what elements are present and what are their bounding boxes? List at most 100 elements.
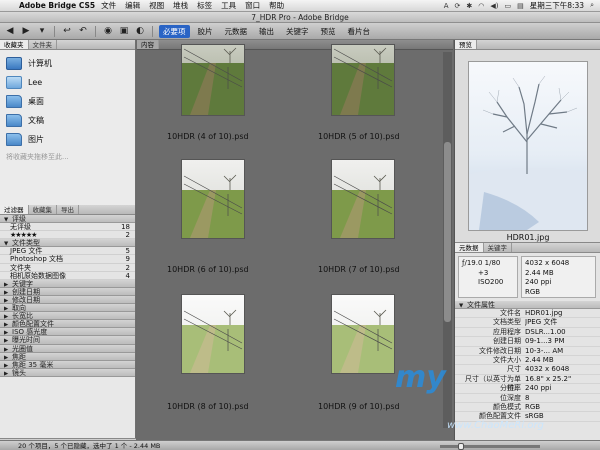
metadata-row[interactable]: 颜色模式 RGB bbox=[455, 403, 600, 413]
tab-favorites[interactable]: 收藏夹 bbox=[0, 40, 29, 49]
workspace-keywords[interactable]: 关键字 bbox=[282, 25, 313, 38]
tab-filter[interactable]: 过滤器 bbox=[0, 205, 29, 214]
wifi-icon[interactable]: ◠ bbox=[478, 2, 484, 10]
metadata-value: JPEG 文件 bbox=[525, 318, 558, 327]
favorite-pictures[interactable]: 图片 bbox=[0, 130, 135, 149]
metadata-row[interactable]: 创建日期 09-1...3 PM bbox=[455, 337, 600, 347]
metadata-row[interactable]: 文档类型 JPEG 文件 bbox=[455, 318, 600, 328]
sync-icon[interactable]: ⟳ bbox=[455, 2, 461, 10]
filter-section-header[interactable]: ▶ 镜头 bbox=[0, 368, 135, 377]
workspace-preview[interactable]: 预览 bbox=[317, 25, 340, 38]
metadata-row[interactable]: 尺寸（以英寸为单位） 16.8" x 25.2" bbox=[455, 374, 600, 393]
thumbnail-size-slider[interactable] bbox=[440, 442, 540, 450]
filter-section-header[interactable]: ▶ 长宽比 bbox=[0, 312, 135, 321]
filter-section-header[interactable]: ▶ 修改日期 bbox=[0, 295, 135, 305]
refine-icon[interactable]: ▣ bbox=[118, 26, 130, 36]
menu-edit[interactable]: 编辑 bbox=[125, 0, 140, 11]
metadata-row[interactable]: 位深度 8 bbox=[455, 394, 600, 403]
thumbnail[interactable] bbox=[182, 160, 244, 238]
tab-preview[interactable]: 预览 bbox=[455, 40, 477, 49]
filter-section-header[interactable]: ▼ 评级 bbox=[0, 215, 135, 224]
camera-icon[interactable]: ◉ bbox=[102, 26, 114, 36]
tab-collections[interactable]: 收藏集 bbox=[29, 205, 57, 214]
file-properties-header[interactable]: ▼ 文件属性 bbox=[455, 301, 600, 310]
spotlight-icon[interactable]: ⌕ bbox=[590, 1, 594, 10]
favorite-user[interactable]: Lee bbox=[0, 73, 135, 92]
recent-folder-icon[interactable]: ▾ bbox=[36, 26, 48, 36]
filter-section-header[interactable]: ▶ 创建日期 bbox=[0, 287, 135, 296]
filter-section-header[interactable]: ▶ 焦距 35 毫米 bbox=[0, 360, 135, 369]
thumbnail-caption[interactable]: 10HDR (4 of 10).psd bbox=[167, 132, 249, 141]
thumbnail-caption[interactable]: 10HDR (8 of 10).psd bbox=[167, 402, 249, 411]
forward-arrow-icon[interactable]: ▶ bbox=[20, 26, 32, 36]
metadata-row[interactable]: 文件大小 2.44 MB bbox=[455, 356, 600, 366]
favorite-documents[interactable]: 文稿 bbox=[0, 111, 135, 130]
thumbnail-caption[interactable]: 10HDR (7 of 10).psd bbox=[318, 265, 400, 274]
filter-row[interactable]: 文件夹 2 bbox=[0, 264, 135, 272]
workspace-essentials[interactable]: 必要项 bbox=[159, 24, 190, 38]
thumbnail-caption[interactable]: 10HDR (9 of 10).psd bbox=[318, 402, 400, 411]
workspace-metadata[interactable]: 元数据 bbox=[221, 25, 252, 38]
thumbnail[interactable] bbox=[182, 45, 244, 115]
tab-metadata[interactable]: 元数据 bbox=[455, 243, 484, 252]
filter-section-header[interactable]: ▶ 取向 bbox=[0, 304, 135, 313]
filter-section-header[interactable]: ▶ 曝光时间 bbox=[0, 336, 135, 345]
workspace-filmstrip[interactable]: 胶片 bbox=[194, 25, 217, 38]
tab-keywords[interactable]: 关键字 bbox=[484, 243, 512, 252]
thumbnail-image[interactable] bbox=[332, 45, 394, 115]
metadata-row[interactable]: 尺寸 4032 x 6048 bbox=[455, 365, 600, 375]
thumbnail-image[interactable] bbox=[182, 295, 244, 373]
thumbnail-image[interactable] bbox=[182, 160, 244, 238]
thumbnail-image[interactable] bbox=[332, 295, 394, 373]
return-icon[interactable]: ↩ bbox=[61, 26, 73, 36]
thumbnail[interactable] bbox=[182, 295, 244, 373]
volume-icon[interactable]: ◀) bbox=[490, 2, 498, 10]
metadata-row[interactable]: 应用程序 DSLR...1.00 bbox=[455, 328, 600, 338]
slider-knob[interactable] bbox=[458, 442, 464, 450]
metadata-label: 分辨率 bbox=[500, 384, 521, 393]
metadata-row[interactable]: 分辨率 240 ppi bbox=[455, 384, 600, 394]
open-in-camera-raw-icon[interactable]: ◐ bbox=[134, 26, 146, 36]
bluetooth-icon[interactable]: ✱ bbox=[466, 2, 472, 10]
metadata-row[interactable]: 文件名 HDR01.jpg bbox=[455, 309, 600, 319]
app-menu[interactable]: Adobe Bridge CS5 bbox=[19, 1, 95, 10]
thumbnail-image[interactable] bbox=[182, 45, 244, 115]
filter-section-header[interactable]: ▶ 关键字 bbox=[0, 279, 135, 288]
tab-export[interactable]: 导出 bbox=[57, 205, 79, 214]
flag-icon[interactable]: ▤ bbox=[517, 2, 524, 10]
back-arrow-icon[interactable]: ◀ bbox=[4, 26, 16, 36]
thumbnail-image[interactable] bbox=[332, 160, 394, 238]
menu-help[interactable]: 帮助 bbox=[269, 0, 284, 11]
thumbnail[interactable] bbox=[332, 295, 394, 373]
tab-content[interactable]: 内容 bbox=[137, 40, 159, 49]
workspace-light-table[interactable]: 看片台 bbox=[344, 25, 375, 38]
menu-tools[interactable]: 工具 bbox=[221, 0, 236, 11]
filter-section-header[interactable]: ▶ 焦距 bbox=[0, 352, 135, 361]
metadata-label: 尺寸（以英寸为单位） bbox=[465, 374, 521, 393]
thumbnail[interactable] bbox=[332, 45, 394, 115]
menu-window[interactable]: 窗口 bbox=[245, 0, 260, 11]
thumbnail-caption[interactable]: 10HDR (6 of 10).psd bbox=[167, 265, 249, 274]
menu-stacks[interactable]: 堆栈 bbox=[173, 0, 188, 11]
thumbnail[interactable] bbox=[332, 160, 394, 238]
thumbnail-caption[interactable]: 10HDR (5 of 10).psd bbox=[318, 132, 400, 141]
filter-row[interactable]: Photoshop 文档 9 bbox=[0, 255, 135, 264]
adobe-icon[interactable]: A bbox=[444, 2, 449, 10]
battery-icon[interactable]: ▭ bbox=[504, 2, 511, 10]
tab-folders[interactable]: 文件夹 bbox=[29, 40, 57, 49]
filter-row[interactable]: 相机原始数据图像 4 bbox=[0, 272, 135, 280]
scrollbar-thumb[interactable] bbox=[444, 142, 451, 322]
clock[interactable]: 星期三下午8:33 bbox=[530, 0, 584, 11]
menu-label[interactable]: 标签 bbox=[197, 0, 212, 11]
metadata-label: 文件大小 bbox=[493, 356, 521, 365]
boomerang-icon[interactable]: ↶ bbox=[77, 26, 89, 36]
metadata-row[interactable]: 文件修改日期 10-3-... AM bbox=[455, 347, 600, 357]
favorite-computer[interactable]: 计算机 bbox=[0, 54, 135, 73]
filter-section-header[interactable]: ▶ 光圈值 bbox=[0, 344, 135, 353]
favorite-desktop[interactable]: 桌面 bbox=[0, 92, 135, 111]
workspace-output[interactable]: 输出 bbox=[255, 25, 278, 38]
menu-view[interactable]: 视图 bbox=[149, 0, 164, 11]
menu-file[interactable]: 文件 bbox=[101, 0, 116, 11]
filter-row[interactable]: 无评级 18 bbox=[0, 223, 135, 232]
preview-image[interactable] bbox=[469, 62, 587, 230]
